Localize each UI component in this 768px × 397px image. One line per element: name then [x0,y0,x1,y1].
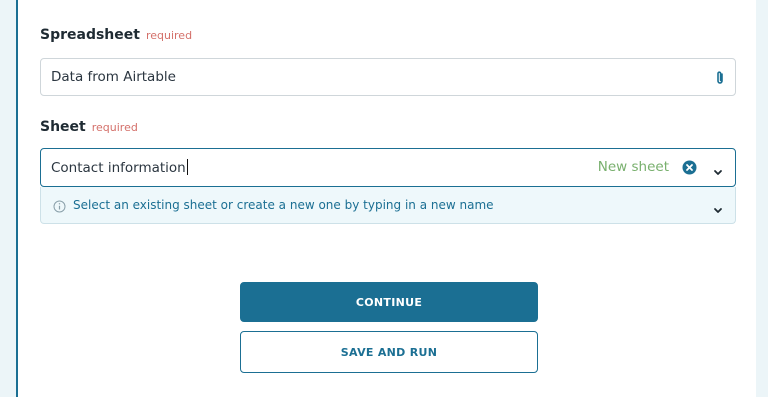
spreadsheet-label: Spreadsheet [40,27,140,43]
sheet-hint: Select an existing sheet or create a new… [40,187,736,224]
sheet-required-tag: required [91,121,138,134]
spreadsheet-field[interactable]: Data from Airtable [40,58,736,96]
sheet-input-text-wrap: Contact information [51,159,188,176]
save-and-run-button[interactable]: SAVE AND RUN [240,331,538,373]
continue-button[interactable]: CONTINUE [240,282,538,322]
paperclip-icon[interactable] [715,70,725,90]
info-icon [53,198,66,217]
hint-chevron-down-icon[interactable] [713,200,723,219]
sheet-label-row: Sheet required [40,119,138,135]
form-panel: Spreadsheet required Data from Airtable … [16,0,756,397]
new-sheet-badge: New sheet [597,159,669,175]
spreadsheet-value: Data from Airtable [51,69,176,85]
clear-icon[interactable] [682,160,697,179]
spreadsheet-required-tag: required [145,29,193,42]
chevron-down-icon[interactable] [713,162,723,181]
text-cursor [186,159,188,175]
sheet-value: Contact information [51,160,186,176]
hint-text: Select an existing sheet or create a new… [73,198,494,212]
spreadsheet-label-row: Spreadsheet required [40,27,192,43]
sheet-label: Sheet [40,119,86,135]
sheet-input[interactable]: Contact information New sheet [40,148,736,187]
